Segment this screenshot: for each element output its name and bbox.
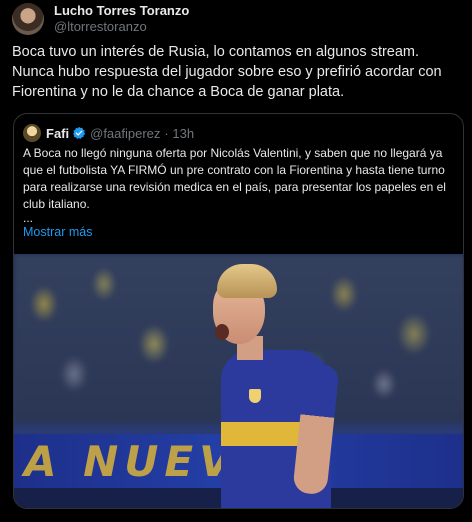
author-display-name[interactable]: Lucho Torres Toranzo [54,3,189,19]
player-mouth [215,324,229,340]
tweet: Lucho Torres Toranzo @ltorrestoranzo Boc… [0,0,472,522]
show-more-link[interactable]: Mostrar más [23,225,92,239]
player-hair [217,264,277,298]
quoted-author-handle[interactable]: @faafiperez [90,126,160,141]
quoted-tweet-photo[interactable]: A NUEV [14,254,463,508]
author-avatar[interactable] [12,3,44,35]
quoted-author-avatar[interactable] [23,124,41,142]
quoted-author-display-name[interactable]: Fafi [46,126,69,141]
quoted-tweet-ellipsis: ... [23,211,34,225]
author-names: Lucho Torres Toranzo @ltorrestoranzo [54,3,189,35]
quoted-tweet-header: Fafi @faafiperez · 13h [23,123,194,143]
author-handle[interactable]: @ltorrestoranzo [54,19,189,35]
tweet-text: Boca tuvo un interés de Rusia, lo contam… [12,44,442,100]
quoted-tweet[interactable]: Fafi @faafiperez · 13h A Boca no llegó n… [13,113,464,509]
verified-badge-icon [73,126,86,139]
shirt-crest-icon [249,389,261,403]
tweet-header: Lucho Torres Toranzo @ltorrestoranzo [12,3,189,35]
quoted-tweet-text: A Boca no llegó ninguna oferta por Nicol… [23,146,446,211]
photo-player [199,254,359,508]
quoted-tweet-time[interactable]: · 13h [164,126,194,141]
